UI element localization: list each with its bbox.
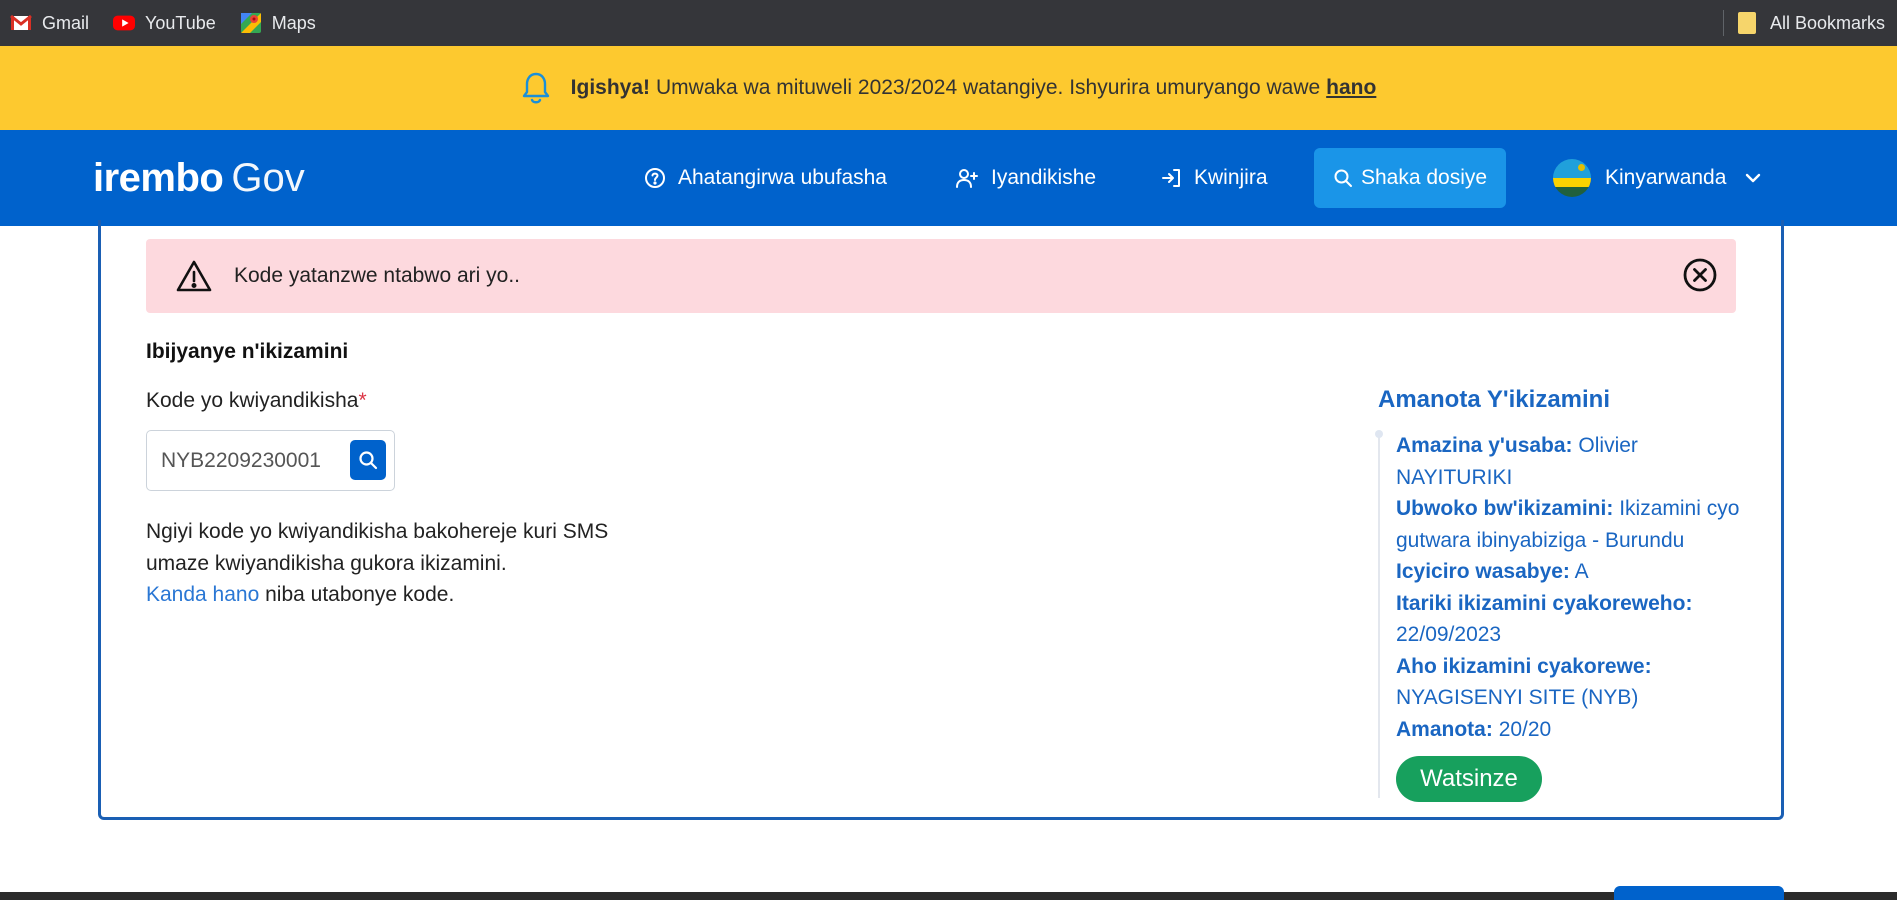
bell-icon xyxy=(522,72,549,104)
status-badge: Watsinze xyxy=(1396,756,1542,802)
result-value: NYAGISENYI SITE (NYB) xyxy=(1396,686,1639,709)
error-alert: Kode yatanzwe ntabwo ari yo.. xyxy=(146,239,1736,313)
nav-help[interactable]: Ahatangirwa ubufasha xyxy=(644,148,887,208)
search-file-button[interactable]: Shaka dosiye xyxy=(1314,148,1506,208)
result-label: Amanota: xyxy=(1396,717,1493,741)
required-mark: * xyxy=(358,389,367,412)
close-icon[interactable] xyxy=(1682,257,1718,293)
folder-icon xyxy=(1737,12,1756,34)
all-bookmarks-label: All Bookmarks xyxy=(1769,12,1885,33)
results-list: Amazina y'usaba: Olivier NAYITURIKI Ubwo… xyxy=(1396,430,1746,745)
result-value: 20/20 xyxy=(1498,717,1552,741)
divider xyxy=(1722,10,1724,36)
announcement-banner: Igishya! Umwaka wa mituweli 2023/2024 wa… xyxy=(0,46,1897,130)
language-selector[interactable]: Kinyarwanda xyxy=(1553,148,1762,208)
user-plus-icon xyxy=(956,169,978,188)
alert-message: Kode yatanzwe ntabwo ari yo.. xyxy=(234,264,521,287)
click-here-link[interactable]: Kanda hano xyxy=(146,583,259,606)
search-icon xyxy=(359,451,378,470)
announcement-bold: Igishya! xyxy=(570,76,651,99)
bookmark-youtube[interactable]: YouTube xyxy=(113,13,216,34)
announcement-text: Umwaka wa mituweli 2023/2024 watangiye. … xyxy=(656,76,1321,99)
result-row: Icyiciro wasabye: A xyxy=(1396,556,1746,588)
result-label: Amazina y'usaba: xyxy=(1396,434,1573,457)
help-line-1: Ngiyi kode yo kwiyandikisha bakohereje k… xyxy=(146,520,609,543)
bottom-strip xyxy=(0,892,1897,900)
all-bookmarks[interactable]: All Bookmarks xyxy=(1722,0,1885,46)
chevron-down-icon xyxy=(1746,173,1761,183)
search-code-button[interactable] xyxy=(350,440,386,480)
warning-icon xyxy=(176,260,212,292)
bookmark-label: Maps xyxy=(271,12,316,33)
search-icon xyxy=(1334,169,1352,187)
bookmark-gmail[interactable]: Gmail xyxy=(10,13,89,34)
nav-register[interactable]: Iyandikishe xyxy=(955,148,1096,208)
logo-gov: Gov xyxy=(231,156,305,200)
login-icon xyxy=(1162,169,1180,187)
floating-button[interactable] xyxy=(1614,886,1784,900)
gmail-icon xyxy=(10,14,32,30)
nav-register-label: Iyandikishe xyxy=(991,166,1097,189)
youtube-icon xyxy=(113,15,136,31)
irembo-logo[interactable]: irembo Gov xyxy=(93,156,305,201)
timeline-line xyxy=(1378,431,1380,798)
result-label: Icyiciro wasabye: xyxy=(1396,560,1570,583)
nav-login-label: Kwinjira xyxy=(1194,166,1268,189)
bookmark-maps[interactable]: Maps xyxy=(240,12,316,34)
rwanda-flag-icon xyxy=(1553,159,1591,197)
bookmark-label: YouTube xyxy=(145,12,216,33)
result-row: Itariki ikizamini cyakoreweho: 22/09/202… xyxy=(1396,588,1746,651)
bookmarks-bar: Gmail YouTube Maps All Bookmarks xyxy=(0,0,1897,46)
result-value: A xyxy=(1574,560,1589,583)
registration-code-input[interactable] xyxy=(161,441,339,481)
result-label: Itariki ikizamini cyakoreweho: xyxy=(1396,591,1693,615)
help-line-2: umaze kwiyandikisha gukora ikizamini. xyxy=(146,551,507,575)
nav-login[interactable]: Kwinjira xyxy=(1160,148,1268,208)
bookmark-label: Gmail xyxy=(42,12,90,33)
result-label: Ubwoko bw'ikizamini: xyxy=(1396,497,1614,520)
nav-help-label: Ahatangirwa ubufasha xyxy=(678,166,887,189)
result-label: Aho ikizamini cyakorewe: xyxy=(1396,654,1652,678)
result-row: Amanota: 20/20 xyxy=(1396,714,1746,746)
search-file-label: Shaka dosiye xyxy=(1360,166,1488,189)
logo-brand: irembo xyxy=(93,156,224,200)
help-line-3: niba utabonye kode. xyxy=(265,583,455,606)
site-header: irembo Gov Ahatangirwa ubufasha Iyandiki… xyxy=(0,130,1897,226)
result-row: Amazina y'usaba: Olivier NAYITURIKI xyxy=(1396,430,1746,493)
label-text: Kode yo kwiyandikisha xyxy=(146,389,359,412)
timeline-dot xyxy=(1375,430,1383,438)
registration-code-label: Kode yo kwiyandikisha* xyxy=(146,389,367,413)
language-label: Kinyarwanda xyxy=(1605,166,1727,189)
announcement-link[interactable]: hano xyxy=(1326,76,1376,100)
result-row: Ubwoko bw'ikizamini: Ikizamini cyo gutwa… xyxy=(1396,493,1746,556)
help-circle-icon xyxy=(645,168,665,188)
result-row: Aho ikizamini cyakorewe: NYAGISENYI SITE… xyxy=(1396,651,1746,714)
results-title: Amanota Y'ikizamini xyxy=(1378,386,1610,413)
registration-code-field xyxy=(146,430,395,491)
help-text: Ngiyi kode yo kwiyandikisha bakohereje k… xyxy=(146,516,706,611)
section-title: Ibijyanye n'ikizamini xyxy=(146,340,349,363)
maps-icon xyxy=(240,13,261,33)
result-value: 22/09/2023 xyxy=(1396,623,1502,646)
